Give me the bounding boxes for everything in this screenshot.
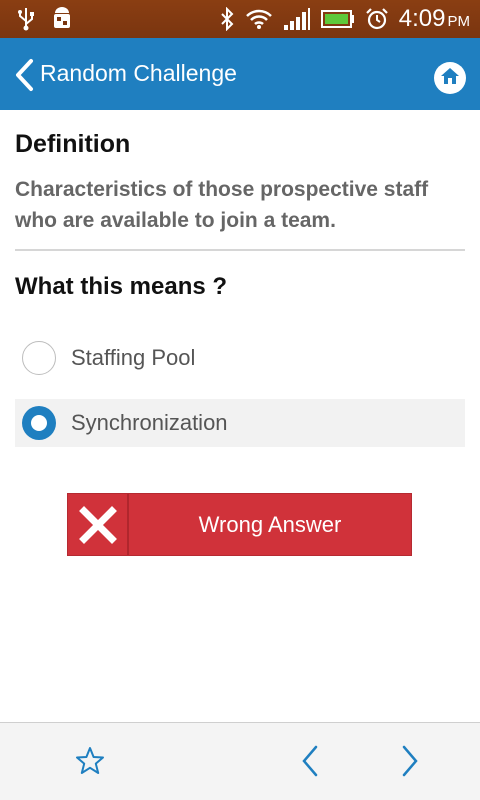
status-bar: 4:09 PM xyxy=(0,0,480,38)
radio-button-selected[interactable] xyxy=(22,406,56,440)
alarm-icon xyxy=(365,7,389,31)
page-title: Random Challenge xyxy=(40,60,237,86)
usb-icon xyxy=(16,7,36,31)
android-debug-icon xyxy=(50,6,74,32)
radio-button[interactable] xyxy=(22,341,56,375)
option-label: Staffing Pool xyxy=(71,345,196,370)
divider xyxy=(15,249,465,251)
back-button[interactable] xyxy=(12,58,38,92)
close-icon xyxy=(68,494,129,555)
app-bar: Random Challenge xyxy=(0,38,480,110)
favorite-button[interactable] xyxy=(72,745,108,781)
star-icon xyxy=(74,745,106,782)
clock: 4:09 PM xyxy=(398,5,470,32)
result-label: Wrong Answer xyxy=(198,511,342,537)
home-icon xyxy=(440,66,460,91)
definition-heading: Definition xyxy=(15,130,131,158)
signal-icon xyxy=(283,7,311,31)
option-staffing-pool[interactable]: Staffing Pool xyxy=(15,334,465,382)
previous-button[interactable] xyxy=(292,745,328,781)
battery-icon xyxy=(320,10,355,28)
chevron-left-icon xyxy=(298,743,322,784)
option-synchronization[interactable]: Synchronization xyxy=(15,399,465,447)
question-heading: What this means ? xyxy=(15,273,228,300)
wifi-icon xyxy=(245,8,273,30)
chevron-right-icon xyxy=(398,743,422,784)
wrong-answer-banner: Wrong Answer xyxy=(67,493,412,556)
next-button[interactable] xyxy=(392,745,428,781)
home-button[interactable] xyxy=(434,62,466,94)
definition-text: Characteristics of those prospective sta… xyxy=(15,178,429,232)
bluetooth-icon xyxy=(219,7,235,31)
bottom-toolbar xyxy=(0,722,480,800)
option-label: Synchronization xyxy=(71,410,228,435)
chevron-left-icon xyxy=(12,59,38,96)
